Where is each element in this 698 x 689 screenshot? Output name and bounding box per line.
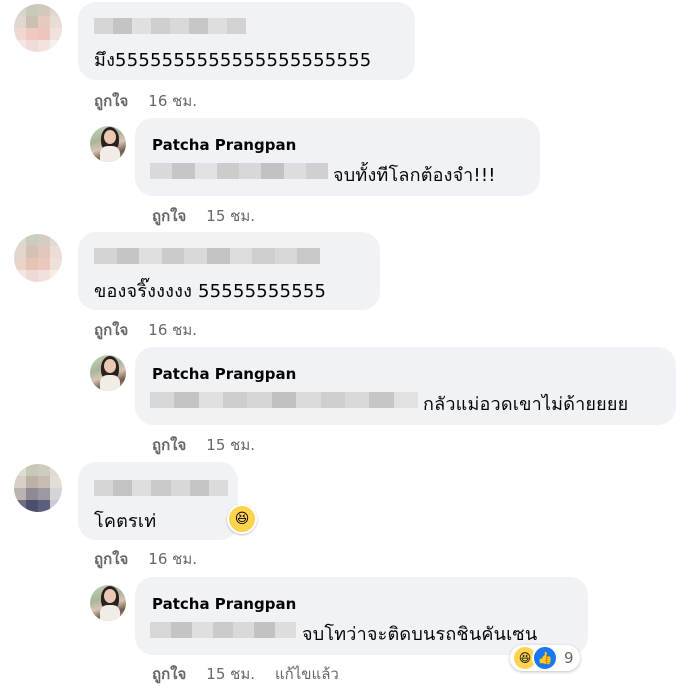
redacted-commenter-name <box>94 480 228 496</box>
laugh-reaction-icon[interactable]: 😆 <box>227 504 257 534</box>
reply-author-avatar[interactable] <box>90 126 126 162</box>
commenter-avatar[interactable] <box>14 464 62 512</box>
reaction-summary[interactable]: 😆 👍 9 <box>510 645 580 671</box>
redacted-mention <box>150 163 328 179</box>
like-button[interactable]: ถูกใจ <box>94 89 128 113</box>
comment-actions: ถูกใจ 16 ชม. <box>94 89 197 113</box>
like-button[interactable]: ถูกใจ <box>152 204 186 228</box>
reply-actions: ถูกใจ 15 ชม. แก้ไขแล้ว <box>152 662 339 686</box>
comment-actions: ถูกใจ 16 ชม. <box>94 547 197 571</box>
comment-actions: ถูกใจ 16 ชม. <box>94 318 197 342</box>
comment-text: ของจริ๊งงงงง 55555555555 <box>94 281 327 302</box>
reply-author-name[interactable]: Patcha Prangpan <box>152 136 296 154</box>
timestamp[interactable]: 15 ชม. <box>206 433 255 457</box>
reply-actions: ถูกใจ 15 ชม. <box>152 433 255 457</box>
redacted-mention <box>150 622 297 638</box>
timestamp[interactable]: 16 ชม. <box>148 89 197 113</box>
reaction-count: 9 <box>564 649 574 667</box>
timestamp[interactable]: 16 ชม. <box>148 318 197 342</box>
redacted-commenter-name <box>94 248 320 264</box>
reply-author-avatar[interactable] <box>90 585 126 621</box>
edited-label[interactable]: แก้ไขแล้ว <box>275 662 339 686</box>
reply-text: จบโทว่าจะติดบนรถชินคันเซน <box>302 624 538 645</box>
commenter-avatar[interactable] <box>14 4 62 52</box>
commenter-avatar[interactable] <box>14 234 62 282</box>
timestamp[interactable]: 15 ชม. <box>206 662 255 686</box>
reply-actions: ถูกใจ 15 ชม. <box>152 204 255 228</box>
comment-text: โคตรเท่ <box>94 511 157 532</box>
like-button[interactable]: ถูกใจ <box>152 662 186 686</box>
like-reaction-icon: 👍 <box>532 645 558 671</box>
reply-author-avatar[interactable] <box>90 355 126 391</box>
timestamp[interactable]: 15 ชม. <box>206 204 255 228</box>
reply-author-name[interactable]: Patcha Prangpan <box>152 595 296 613</box>
like-button[interactable]: ถูกใจ <box>94 547 128 571</box>
timestamp[interactable]: 16 ชม. <box>148 547 197 571</box>
like-button[interactable]: ถูกใจ <box>94 318 128 342</box>
reply-text: จบทั้งทีโลกต้องจำ!!! <box>333 165 496 186</box>
like-button[interactable]: ถูกใจ <box>152 433 186 457</box>
redacted-commenter-name <box>94 18 246 34</box>
comment-text: มึง5555555555555555555555 <box>94 50 372 71</box>
redacted-mention <box>150 392 418 408</box>
reply-text: กลัวแม่อวดเขาไม่ด้ายยยย <box>423 394 629 415</box>
reply-author-name[interactable]: Patcha Prangpan <box>152 365 296 383</box>
